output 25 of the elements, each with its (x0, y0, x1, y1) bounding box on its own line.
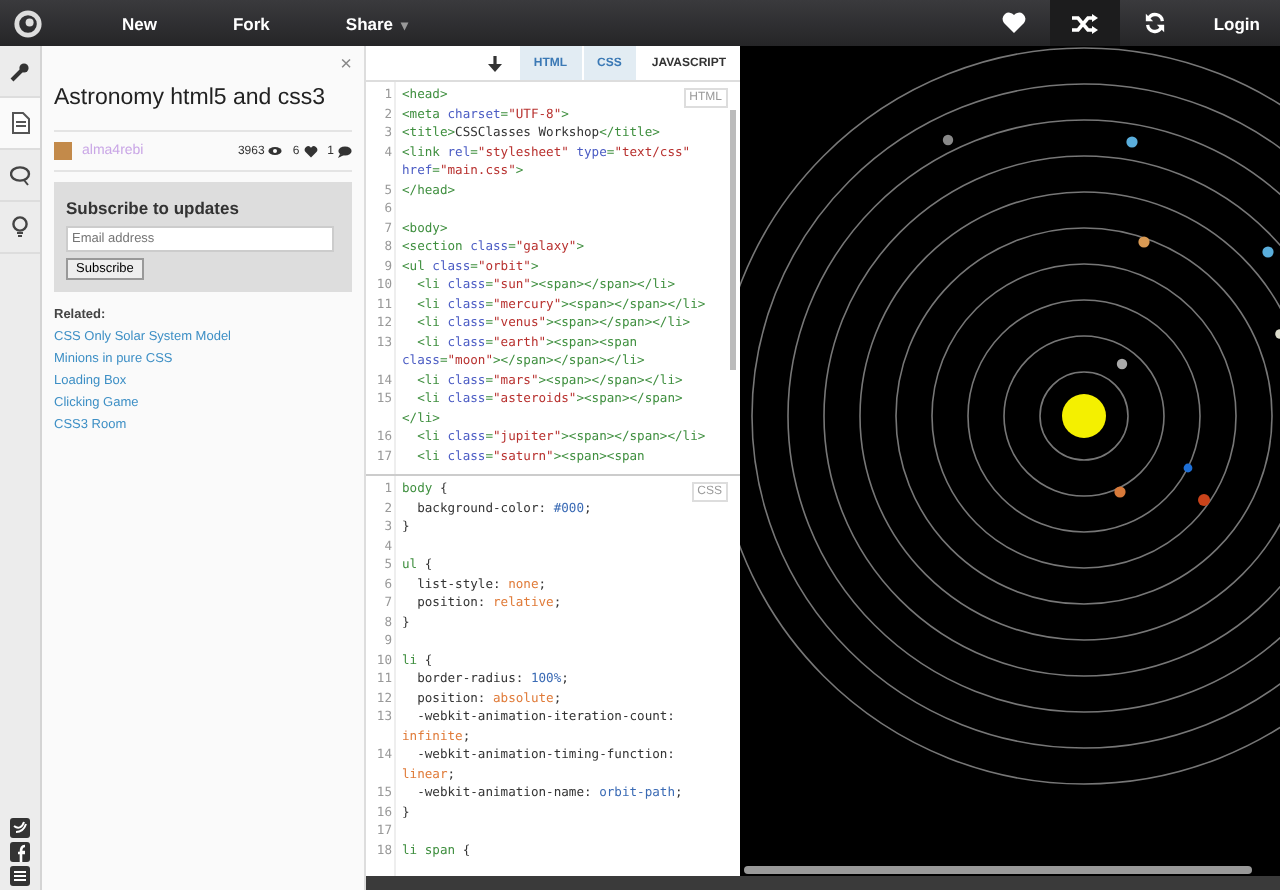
eye-icon (268, 146, 283, 156)
facebook-icon[interactable] (10, 842, 30, 862)
wrench-icon (10, 61, 30, 81)
shuffle-icon (1071, 13, 1098, 33)
pen-title: Astronomy html5 and css3 (54, 86, 328, 110)
lightbulb-icon (12, 216, 28, 238)
download-icon[interactable] (487, 55, 502, 71)
chat-icon (9, 165, 31, 185)
document-icon (11, 112, 29, 134)
scrollbar[interactable] (744, 866, 1252, 874)
shuffle-button[interactable] (1049, 0, 1120, 46)
scrollbar[interactable] (730, 110, 736, 370)
logo-icon[interactable] (12, 7, 44, 39)
login-button[interactable]: Login (1189, 0, 1280, 46)
nav-button[interactable]: New (84, 0, 195, 46)
heart-icon (303, 145, 318, 157)
avatar-picture (54, 142, 72, 160)
subscribe-heading: Subscribe to updates (66, 198, 239, 218)
speech-bubble-icon (338, 145, 352, 157)
refresh-icon (1143, 12, 1166, 34)
twitter-icon[interactable] (10, 818, 30, 838)
heart-icon (1002, 12, 1027, 34)
nav-button[interactable]: Fork (194, 0, 308, 46)
document-tab[interactable] (0, 98, 40, 150)
close-button[interactable]: × (340, 54, 352, 76)
